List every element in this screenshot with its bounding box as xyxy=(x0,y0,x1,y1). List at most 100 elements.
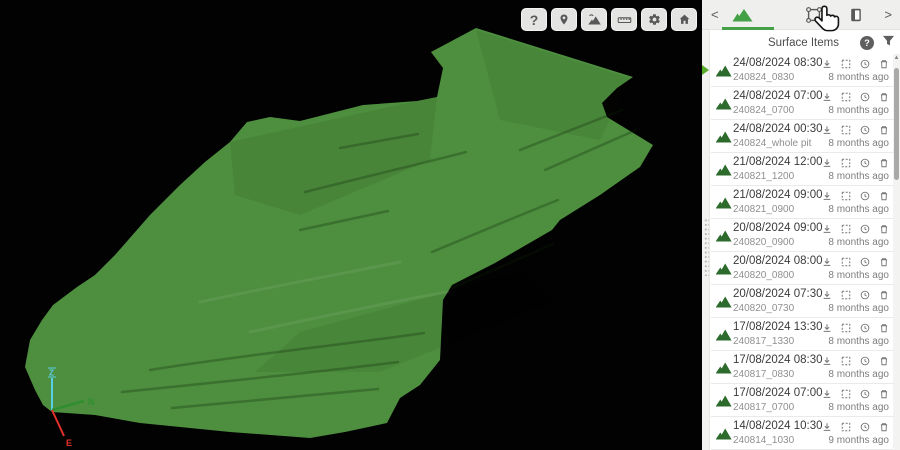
surface-item-row[interactable]: 24/08/2024 00:30 240824_whole pit 8 mont… xyxy=(711,120,893,153)
surface-item-age: 8 months ago xyxy=(828,138,889,149)
history-icon[interactable] xyxy=(860,323,870,333)
surface-item-row[interactable]: 20/08/2024 09:00 240820_0900 8 months ag… xyxy=(711,219,893,252)
surface-item-row[interactable]: 20/08/2024 08:00 240820_0800 8 months ag… xyxy=(711,252,893,285)
tabs-next-button[interactable]: > xyxy=(884,8,892,21)
trash-icon[interactable] xyxy=(879,323,889,333)
surface-item-age: 9 months ago xyxy=(828,435,889,446)
surface-item-row[interactable]: 21/08/2024 09:00 240821_0900 8 months ag… xyxy=(711,186,893,219)
download-icon[interactable] xyxy=(822,356,832,366)
select-extent-icon[interactable] xyxy=(841,323,851,333)
download-icon[interactable] xyxy=(822,290,832,300)
history-icon[interactable] xyxy=(860,389,870,399)
surface-item-age: 8 months ago xyxy=(828,171,889,182)
surface-item-row[interactable]: 20/08/2024 07:30 240820_0730 8 months ag… xyxy=(711,285,893,318)
surface-item-subtitle: 240821_0900 xyxy=(733,204,795,215)
select-extent-icon[interactable] xyxy=(841,290,851,300)
scroll-up-arrow[interactable]: ▲ xyxy=(893,55,900,61)
measure-button[interactable] xyxy=(611,8,637,31)
download-icon[interactable] xyxy=(822,158,832,168)
list-scrollbar: ▲ xyxy=(893,54,900,450)
select-extent-icon[interactable] xyxy=(841,59,851,69)
trash-icon[interactable] xyxy=(879,290,889,300)
trash-icon[interactable] xyxy=(879,158,889,168)
viewport-3d[interactable]: Z N E ? xyxy=(0,0,702,450)
history-icon[interactable] xyxy=(860,356,870,366)
trash-icon[interactable] xyxy=(879,224,889,234)
surfaces-button[interactable] xyxy=(581,8,607,31)
history-icon[interactable] xyxy=(860,191,870,201)
tab-polygon[interactable] xyxy=(805,6,823,29)
trash-icon[interactable] xyxy=(879,422,889,432)
surface-item-row[interactable]: 21/08/2024 12:00 240821_1200 8 months ag… xyxy=(711,153,893,186)
home-button[interactable] xyxy=(671,8,697,31)
notebook-icon xyxy=(848,8,864,27)
select-extent-icon[interactable] xyxy=(841,158,851,168)
ruler-icon xyxy=(617,14,632,26)
surface-item-row[interactable]: 17/08/2024 07:00 240817_0700 8 months ag… xyxy=(711,384,893,417)
select-extent-icon[interactable] xyxy=(841,224,851,234)
panel-help-button[interactable]: ? xyxy=(859,35,874,50)
surface-item-title: 20/08/2024 07:30 xyxy=(733,288,823,300)
surface-item-actions xyxy=(822,59,889,69)
download-icon[interactable] xyxy=(822,257,832,267)
history-icon[interactable] xyxy=(860,224,870,234)
select-extent-icon[interactable] xyxy=(841,92,851,102)
mountain-icon xyxy=(715,196,732,214)
surface-item-row[interactable]: 24/08/2024 07:00 240824_0700 8 months ag… xyxy=(711,87,893,120)
active-surface-marker xyxy=(702,65,709,75)
download-icon[interactable] xyxy=(822,389,832,399)
surface-item-age: 8 months ago xyxy=(828,105,889,116)
select-extent-icon[interactable] xyxy=(841,389,851,399)
filter-button[interactable] xyxy=(882,34,895,52)
history-icon[interactable] xyxy=(860,422,870,432)
surface-item-row[interactable]: 14/08/2024 10:30 240814_1030 9 months ag… xyxy=(711,417,893,450)
download-icon[interactable] xyxy=(822,323,832,333)
history-icon[interactable] xyxy=(860,257,870,267)
download-icon[interactable] xyxy=(822,191,832,201)
surface-item-row[interactable]: 17/08/2024 13:30 240817_1330 8 months ag… xyxy=(711,318,893,351)
select-extent-icon[interactable] xyxy=(841,191,851,201)
history-icon[interactable] xyxy=(860,290,870,300)
surface-item-subtitle: 240814_1030 xyxy=(733,435,795,446)
surface-item-title: 24/08/2024 08:30 xyxy=(733,57,823,69)
surface-item-subtitle: 240820_0800 xyxy=(733,270,795,281)
trash-icon[interactable] xyxy=(879,257,889,267)
scrollbar-thumb[interactable] xyxy=(894,68,899,180)
surface-item-subtitle: 240820_0730 xyxy=(733,303,795,314)
history-icon[interactable] xyxy=(860,158,870,168)
download-icon[interactable] xyxy=(822,125,832,135)
polygon-select-icon xyxy=(805,7,823,28)
panel-resize-handle[interactable] xyxy=(703,218,709,276)
history-icon[interactable] xyxy=(860,125,870,135)
help-button[interactable]: ? xyxy=(521,8,547,31)
download-icon[interactable] xyxy=(822,224,832,234)
surface-item-row[interactable]: 17/08/2024 08:30 240817_0830 8 months ag… xyxy=(711,351,893,384)
trash-icon[interactable] xyxy=(879,191,889,201)
select-extent-icon[interactable] xyxy=(841,125,851,135)
surface-item-age: 8 months ago xyxy=(828,402,889,413)
history-icon[interactable] xyxy=(860,59,870,69)
surface-item-title: 17/08/2024 08:30 xyxy=(733,354,823,366)
surface-item-actions xyxy=(822,224,889,234)
download-icon[interactable] xyxy=(822,422,832,432)
tab-surfaces[interactable] xyxy=(732,8,753,27)
settings-button[interactable] xyxy=(641,8,667,31)
download-icon[interactable] xyxy=(822,59,832,69)
trash-icon[interactable] xyxy=(879,59,889,69)
tab-book[interactable] xyxy=(848,7,864,28)
select-extent-icon[interactable] xyxy=(841,356,851,366)
trash-icon[interactable] xyxy=(879,356,889,366)
download-icon[interactable] xyxy=(822,92,832,102)
trash-icon[interactable] xyxy=(879,92,889,102)
surface-item-age: 8 months ago xyxy=(828,336,889,347)
trash-icon[interactable] xyxy=(879,125,889,135)
panel-title: Surface Items xyxy=(768,36,839,49)
surface-item-title: 20/08/2024 09:00 xyxy=(733,222,823,234)
select-extent-icon[interactable] xyxy=(841,257,851,267)
history-icon[interactable] xyxy=(860,92,870,102)
surface-item-row[interactable]: 24/08/2024 08:30 240824_0830 8 months ag… xyxy=(702,54,893,87)
select-extent-icon[interactable] xyxy=(841,422,851,432)
tabs-prev-button[interactable]: < xyxy=(711,8,719,21)
location-button[interactable] xyxy=(551,8,577,31)
trash-icon[interactable] xyxy=(879,389,889,399)
